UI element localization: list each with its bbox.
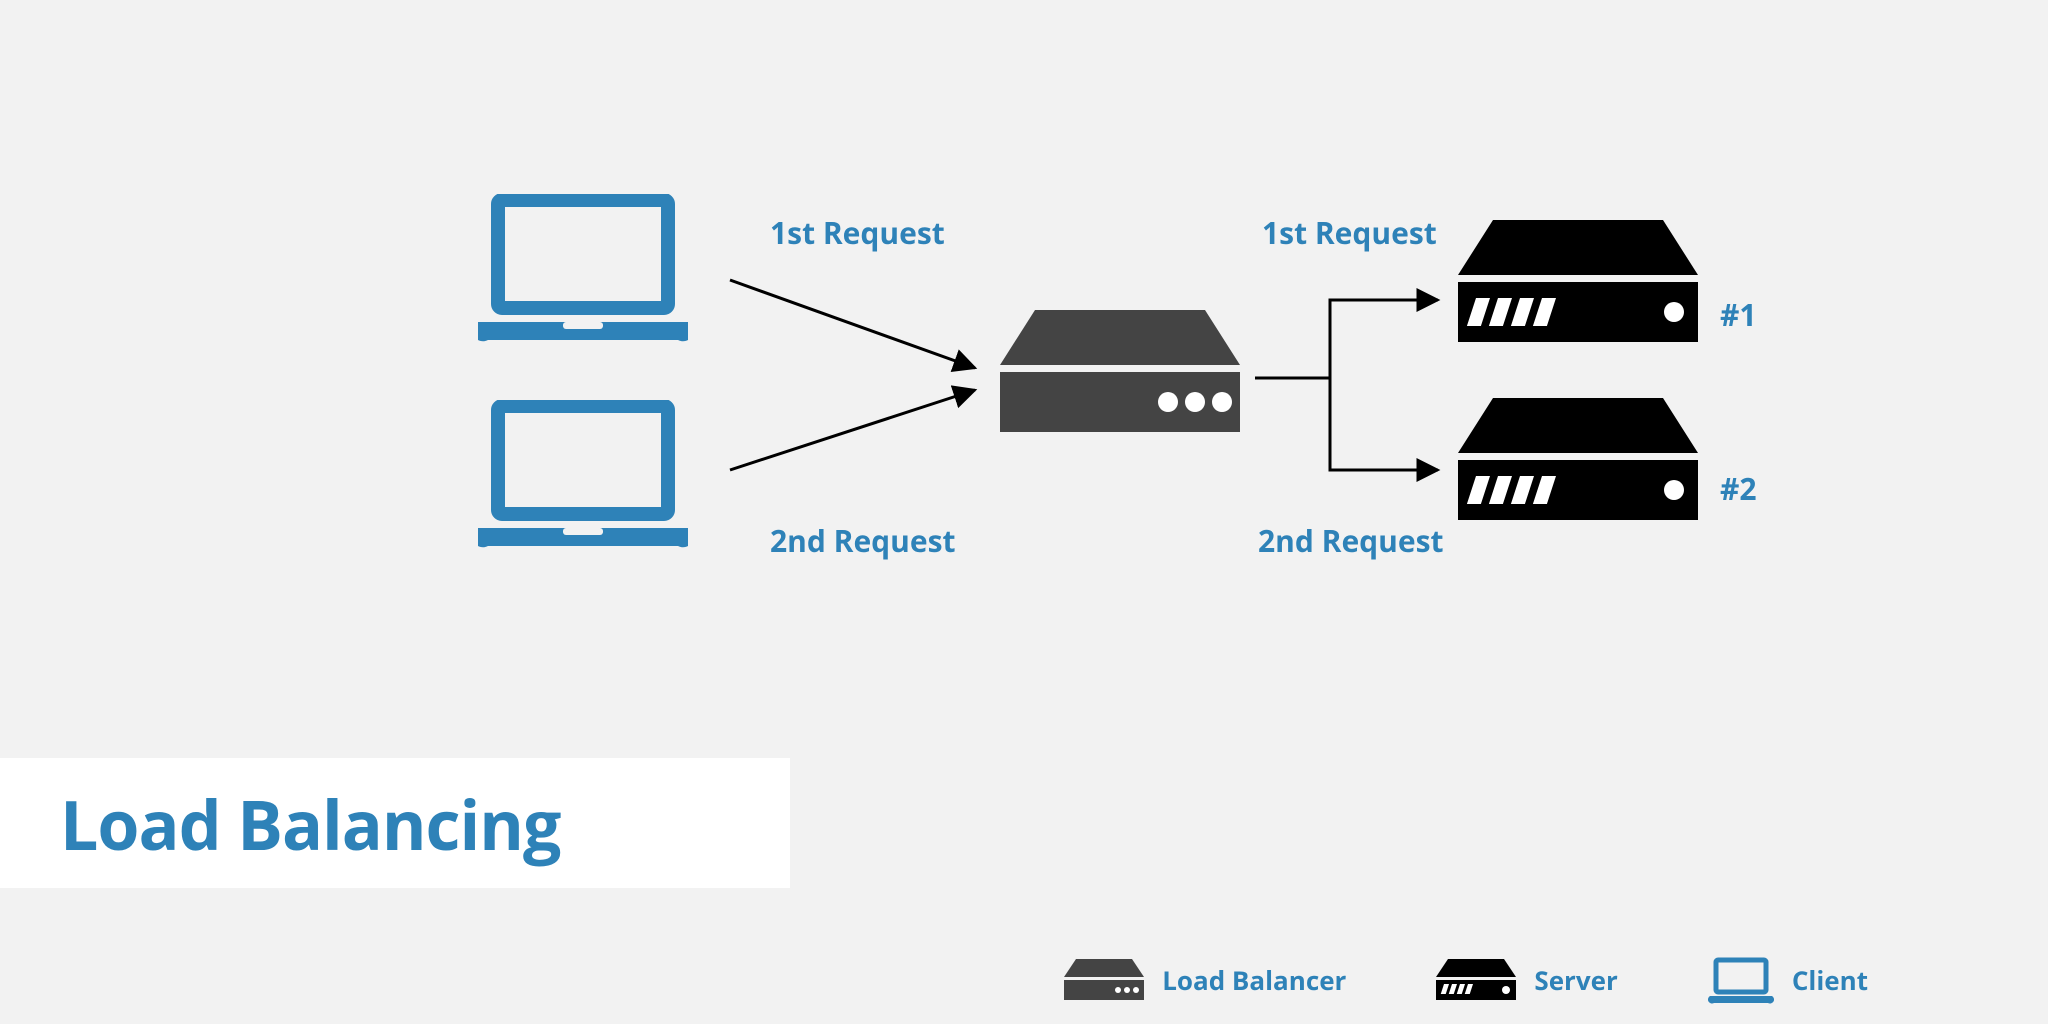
diagram-title: Load Balancing [60, 777, 560, 870]
load-balancer-icon [1064, 959, 1144, 1001]
laptop-icon [478, 400, 688, 550]
label-req2-in: 2nd Request [770, 520, 956, 561]
legend-item-client: Client [1708, 956, 1868, 1004]
server-1-label: #1 [1720, 294, 1757, 335]
server-1 [1458, 220, 1698, 350]
load-balancer [1000, 310, 1240, 440]
arrow-req2-in [730, 390, 975, 470]
server-icon [1458, 398, 1698, 523]
legend-item-lb: Load Balancer [1064, 959, 1346, 1001]
label-req2-out: 2nd Request [1258, 520, 1444, 561]
laptop-icon [478, 194, 688, 344]
server-2-label: #2 [1720, 468, 1757, 509]
label-req1-in: 1st Request [770, 212, 945, 253]
server-icon [1458, 220, 1698, 345]
server-2 [1458, 398, 1698, 528]
arrow-req2-out [1255, 378, 1438, 470]
arrow-req1-in [730, 280, 975, 368]
legend-label-lb: Load Balancer [1162, 962, 1346, 998]
legend-item-server: Server [1436, 959, 1617, 1001]
server-icon [1436, 959, 1516, 1001]
client-laptop-2 [478, 400, 688, 555]
client-laptop-1 [478, 194, 688, 349]
legend-label-client: Client [1792, 962, 1868, 998]
legend: Load Balancer Server Client [0, 956, 2048, 1004]
title-box: Load Balancing [0, 758, 790, 888]
label-req1-out: 1st Request [1262, 212, 1437, 253]
load-balancer-icon [1000, 310, 1240, 435]
arrow-req1-out [1255, 300, 1438, 378]
laptop-icon [1708, 956, 1774, 1004]
legend-label-server: Server [1534, 962, 1617, 998]
